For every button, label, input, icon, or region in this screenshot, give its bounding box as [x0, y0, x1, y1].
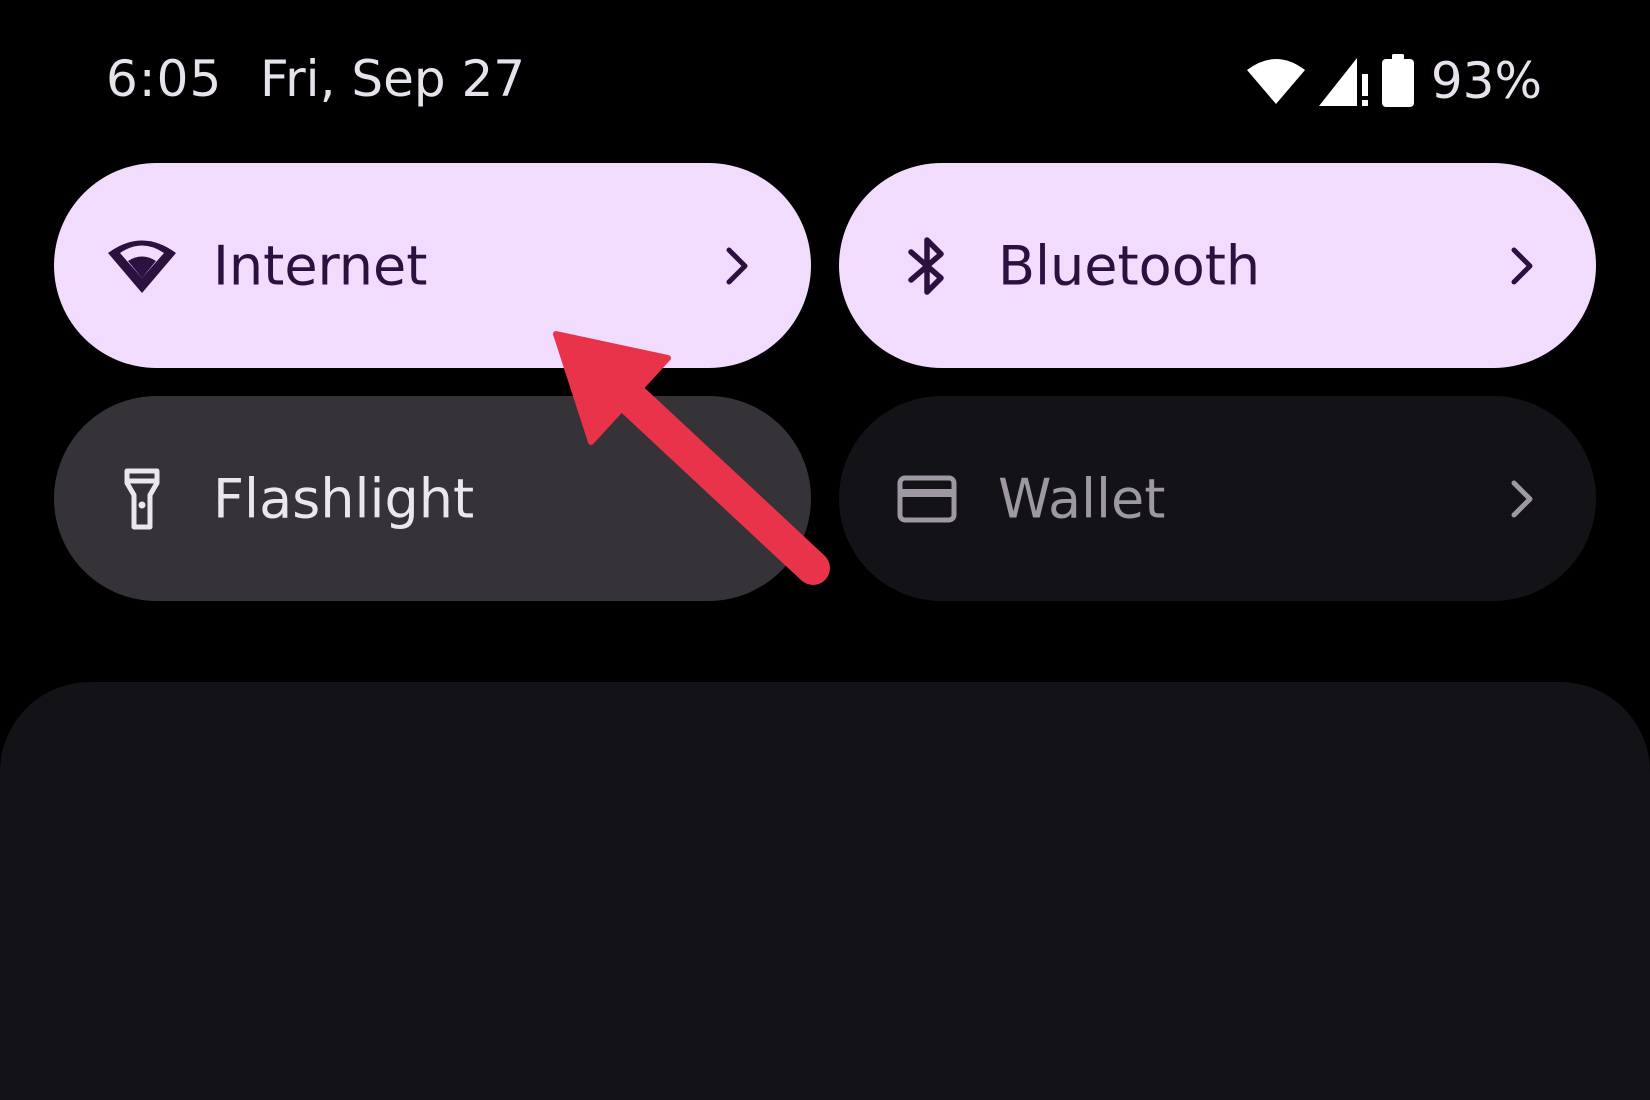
status-bar: 6:05 Fri, Sep 27 93% [0, 0, 1650, 150]
chevron-right-icon[interactable] [1504, 477, 1540, 521]
wifi-icon [108, 240, 176, 293]
tile-icon-wrapper [106, 463, 178, 535]
bluetooth-tile[interactable]: Bluetooth [839, 163, 1596, 368]
tile-icon-wrapper [891, 230, 963, 302]
chevron-right-icon[interactable] [1504, 244, 1540, 288]
quick-settings-screen: 6:05 Fri, Sep 27 93% Internet Bluetooth … [0, 0, 1650, 1100]
status-icons: 93% [1245, 48, 1542, 114]
internet-label: Internet [213, 234, 428, 297]
battery-percentage: 93% [1430, 52, 1542, 110]
bluetooth-label: Bluetooth [998, 234, 1261, 297]
flashlight-tile[interactable]: Flashlight [54, 396, 811, 601]
notification-panel [0, 682, 1650, 1100]
internet-tile[interactable]: Internet [54, 163, 811, 368]
bluetooth-icon [908, 236, 944, 295]
status-time: 6:05 [106, 50, 223, 108]
battery-icon [1381, 54, 1414, 107]
wifi-icon [1246, 59, 1305, 104]
wallet-label: Wallet [998, 467, 1166, 530]
status-date: Fri, Sep 27 [260, 50, 526, 108]
chevron-right-icon[interactable] [719, 244, 755, 288]
tile-icon-wrapper [891, 463, 963, 535]
tile-icon-wrapper [106, 230, 178, 302]
cell-signal-icon [1318, 58, 1368, 106]
flashlight-label: Flashlight [213, 467, 475, 530]
flashlight-icon [124, 468, 160, 529]
wallet-icon [897, 475, 957, 522]
wallet-tile[interactable]: Wallet [839, 396, 1596, 601]
